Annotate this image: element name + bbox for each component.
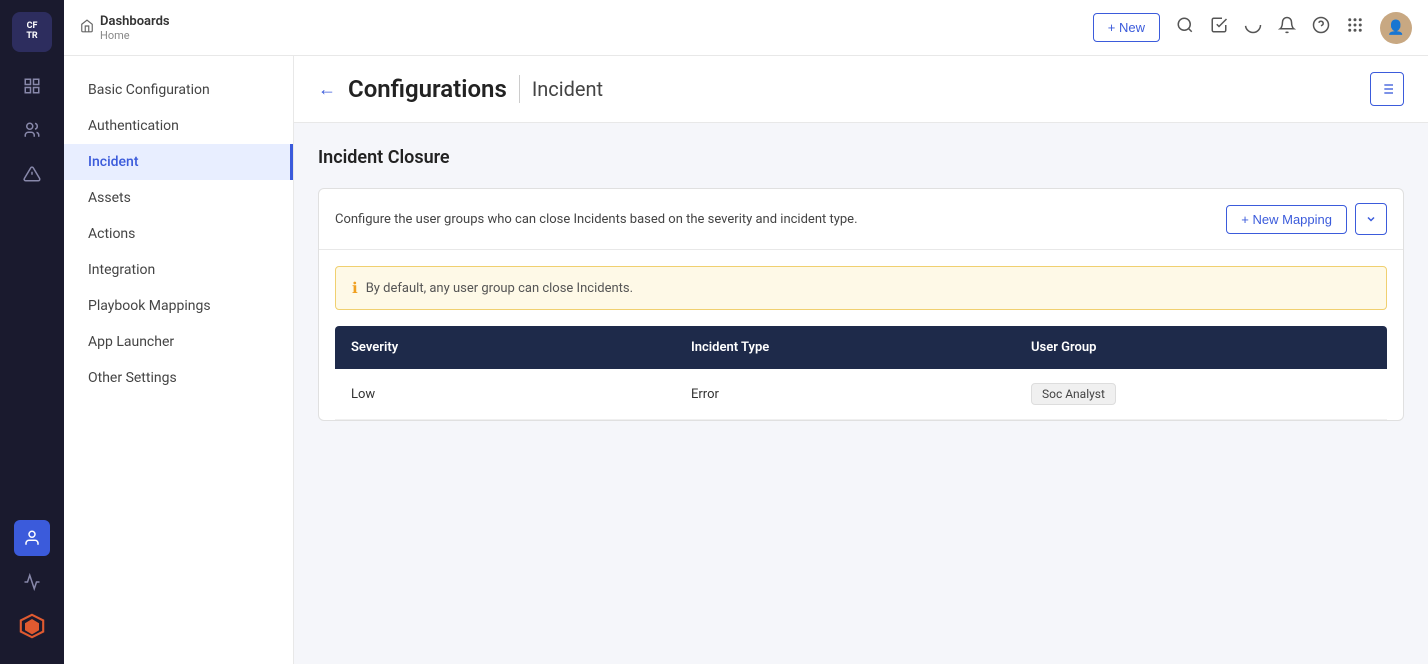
new-button[interactable]: + New [1093,13,1160,42]
sidebar-item-app-launcher[interactable]: App Launcher [64,324,293,360]
sidebar-item-assets[interactable]: Assets [64,180,293,216]
sidebar-item-other-settings[interactable]: Other Settings [64,360,293,396]
dropdown-button[interactable] [1355,203,1387,235]
breadcrumb: Dashboards Home [80,14,1081,42]
sidebar-icon-users[interactable] [14,112,50,148]
spinner-icon[interactable] [1244,16,1262,39]
sidebar-icon-monitor[interactable] [14,564,50,600]
right-content: ← Configurations Incident Incident Closu… [294,56,1428,664]
card-top-actions: + New Mapping [1226,203,1387,235]
sidebar-icon-grid[interactable] [14,68,50,104]
table-header: Severity Incident Type User Group [335,326,1387,369]
sidebar-item-integration[interactable]: Integration [64,252,293,288]
bell-icon[interactable] [1278,16,1296,39]
info-icon: ℹ [352,279,358,297]
header-divider [519,75,520,103]
col-incident-type: Incident Type [691,340,1031,355]
sidebar-item-incident[interactable]: Incident [64,144,293,180]
breadcrumb-title: Dashboards [100,14,170,29]
help-icon[interactable] [1312,16,1330,39]
back-button[interactable]: ← [318,79,336,100]
cell-user-group: Soc Analyst [1031,383,1371,405]
top-navbar: Dashboards Home + New [64,0,1428,56]
col-severity: Severity [351,340,691,355]
sidebar-item-authentication[interactable]: Authentication [64,108,293,144]
apps-icon[interactable] [1346,16,1364,39]
main-area: Dashboards Home + New [64,0,1428,664]
cyware-logo [14,608,50,644]
card-top-bar: Configure the user groups who can close … [319,189,1403,250]
table-row: Low Error Soc Analyst [335,369,1387,420]
cell-incident-type: Error [691,387,1031,402]
sidebar-icon-person[interactable] [14,520,50,556]
check-circle-icon[interactable] [1210,16,1228,39]
sidebar-item-playbook-mappings[interactable]: Playbook Mappings [64,288,293,324]
cell-severity: Low [351,387,691,402]
info-message: By default, any user group can close Inc… [366,281,633,296]
app-logo-text: CF TR [26,22,37,42]
search-icon[interactable] [1176,16,1194,39]
nav-actions: + New [1093,12,1412,44]
content-area: Basic Configuration Authentication Incid… [64,56,1428,664]
home-icon[interactable] [80,19,94,37]
breadcrumb-sub: Home [100,29,170,42]
col-user-group: User Group [1031,340,1371,355]
sidebar-item-basic-config[interactable]: Basic Configuration [64,72,293,108]
card-description: Configure the user groups who can close … [335,212,858,227]
avatar[interactable]: 👤 [1380,12,1412,44]
sidebar-icon-warning[interactable] [14,156,50,192]
list-view-button[interactable] [1370,72,1404,106]
sidebar-item-actions[interactable]: Actions [64,216,293,252]
user-group-badge: Soc Analyst [1031,383,1116,405]
app-logo[interactable]: CF TR [12,12,52,52]
page-title: Configurations [348,75,507,103]
secondary-sidebar: Basic Configuration Authentication Incid… [64,56,294,664]
page-content: Incident Closure Configure the user grou… [294,123,1428,664]
new-mapping-button[interactable]: + New Mapping [1226,205,1347,234]
page-section-label: Incident [532,77,603,101]
page-header: ← Configurations Incident [294,56,1428,123]
section-title: Incident Closure [318,147,1404,168]
info-banner: ℹ By default, any user group can close I… [335,266,1387,310]
app-sidebar: CF TR [0,0,64,664]
incident-closure-card: Configure the user groups who can close … [318,188,1404,421]
